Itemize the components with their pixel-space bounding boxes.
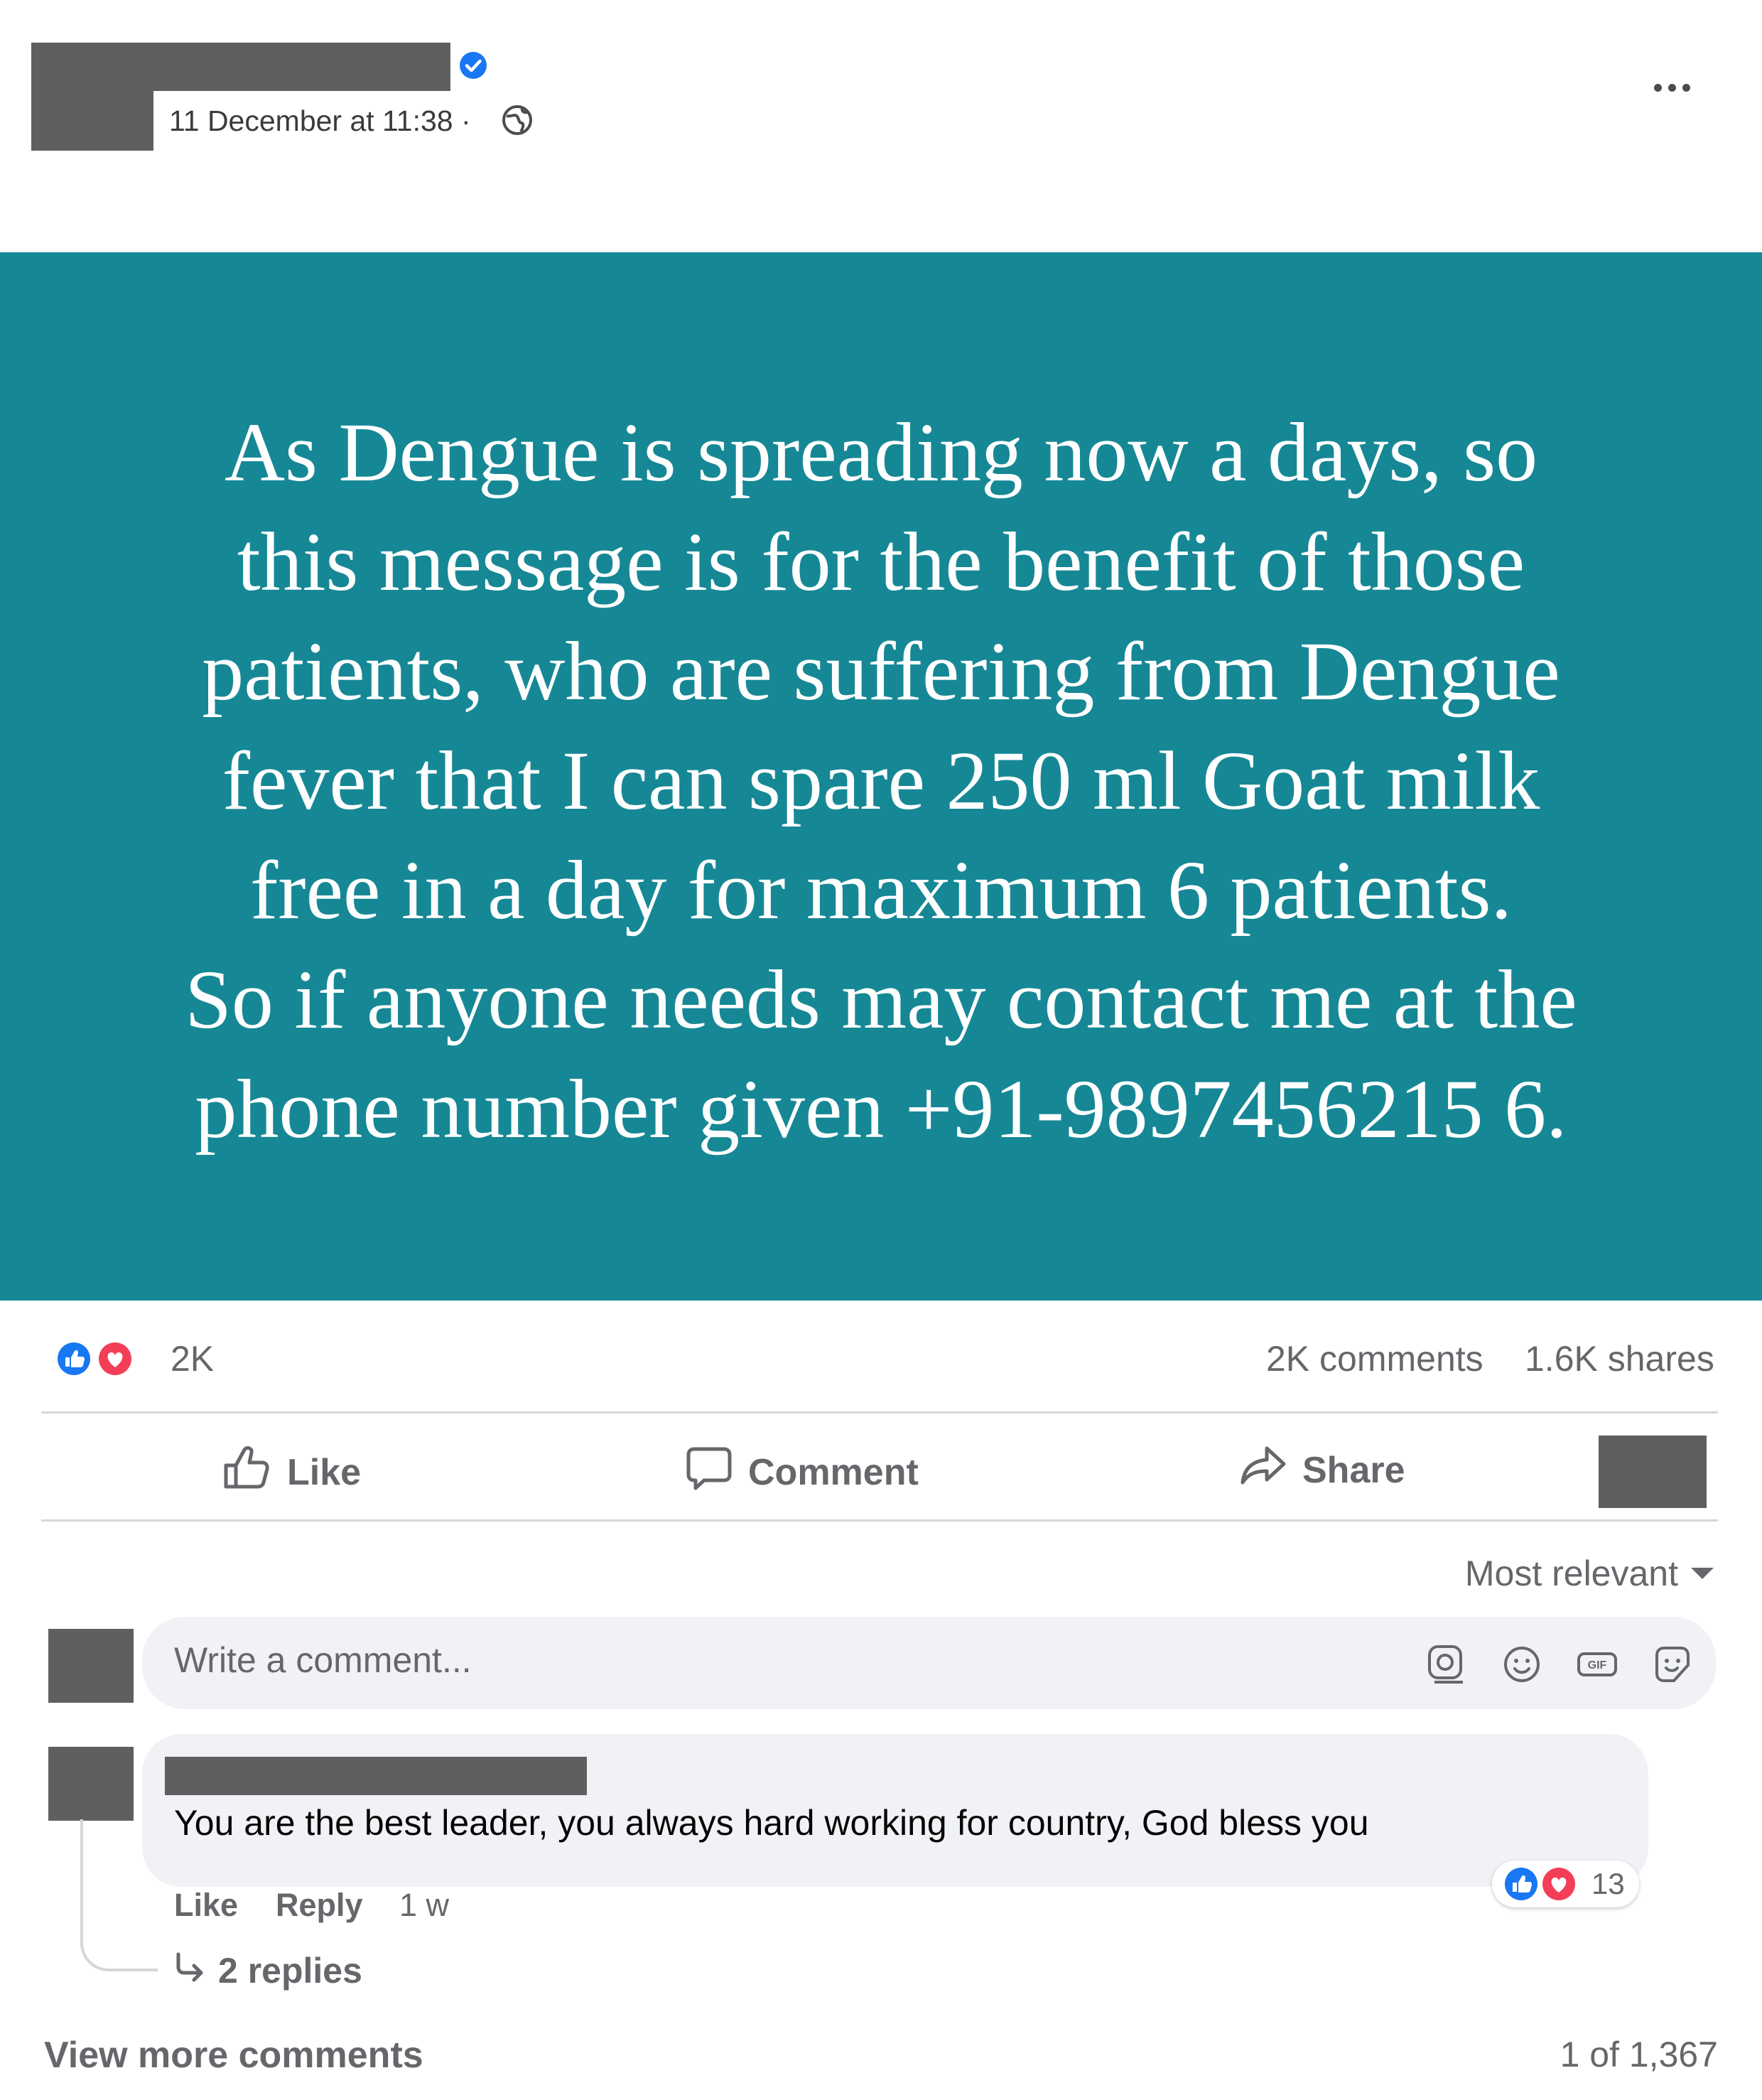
reaction-icons-small	[1503, 1865, 1577, 1902]
comments-count[interactable]: 2K comments	[1266, 1337, 1483, 1380]
comment-reaction-count: 13	[1591, 1867, 1625, 1900]
shares-count[interactable]: 1.6K shares	[1525, 1337, 1714, 1380]
comment-input[interactable]	[174, 1639, 1346, 1681]
divider-top	[41, 1411, 1718, 1414]
more-options-icon[interactable]	[1654, 77, 1697, 98]
emoji-icon[interactable]	[1500, 1642, 1544, 1686]
globe-icon	[501, 104, 534, 136]
verified-badge-icon	[459, 51, 487, 80]
svg-text:GIF: GIF	[1588, 1659, 1607, 1671]
view-replies-link[interactable]: 2 replies	[174, 1950, 362, 1991]
author-name-redacted[interactable]	[31, 43, 450, 91]
reply-arrow-icon	[174, 1950, 205, 1991]
reactions-count[interactable]: 2K	[171, 1337, 214, 1380]
comment-reply-link[interactable]: Reply	[276, 1887, 363, 1924]
divider-bottom	[41, 1519, 1718, 1522]
sort-dropdown[interactable]: Most relevant	[1465, 1553, 1714, 1594]
current-user-avatar-redacted[interactable]	[48, 1629, 134, 1703]
like-icon	[222, 1444, 271, 1500]
comment-pagination: 1 of 1,367	[1560, 2035, 1718, 2074]
replies-label: 2 replies	[218, 1951, 362, 1991]
like-label: Like	[287, 1451, 362, 1493]
commenter-name-redacted[interactable]	[165, 1757, 587, 1795]
comment-composer[interactable]: GIF	[142, 1617, 1716, 1709]
commenter-avatar-redacted[interactable]	[48, 1747, 134, 1821]
gif-icon[interactable]: GIF	[1575, 1642, 1619, 1686]
post-message: As Dengue is spreading now a days, so th…	[185, 406, 1577, 1156]
comment-time[interactable]: 1 w	[399, 1887, 449, 1924]
post-timestamp[interactable]: 11 December at 11:38 ·	[169, 104, 471, 138]
sticker-icon[interactable]	[1650, 1642, 1695, 1686]
share-label: Share	[1302, 1449, 1405, 1491]
comment-icon	[686, 1444, 733, 1500]
comment-button[interactable]: Comment	[686, 1444, 919, 1500]
view-more-comments-link[interactable]: View more comments	[44, 2034, 423, 2077]
comment-like-link[interactable]: Like	[174, 1887, 238, 1924]
author-avatar-redacted[interactable]	[31, 91, 153, 151]
reaction-icons[interactable]	[44, 1337, 144, 1380]
avatar-sticker-icon[interactable]	[1425, 1642, 1469, 1686]
share-icon	[1240, 1444, 1287, 1496]
audience-selector-redacted[interactable]	[1599, 1436, 1707, 1508]
share-button[interactable]: Share	[1240, 1444, 1405, 1496]
comment-reactions[interactable]: 13	[1492, 1861, 1639, 1907]
sort-label: Most relevant	[1464, 1554, 1678, 1593]
chevron-down-icon	[1691, 1568, 1714, 1579]
comment-label: Comment	[748, 1451, 919, 1493]
like-button[interactable]: Like	[222, 1444, 361, 1500]
comment-text: You are the best leader, you always hard…	[174, 1803, 1369, 1843]
